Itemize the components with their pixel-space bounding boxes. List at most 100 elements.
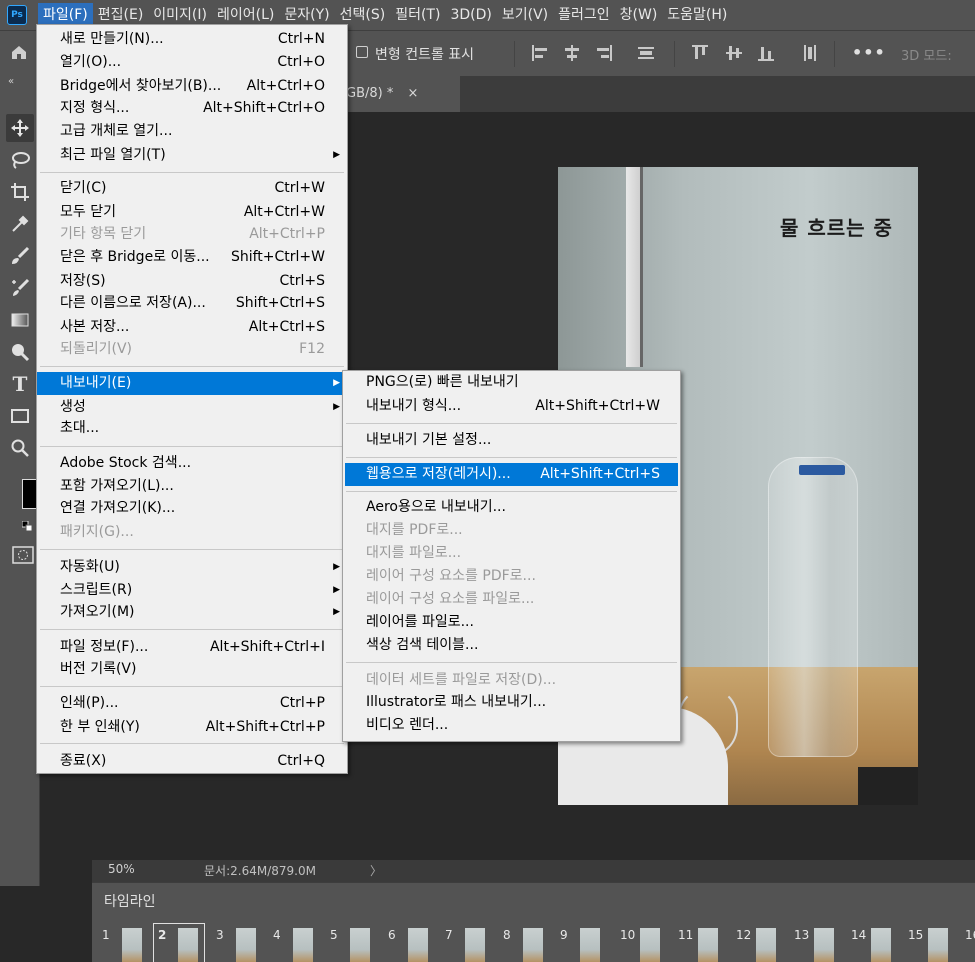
timeline-tab[interactable]: 타임라인 — [104, 891, 156, 911]
collapse-panel-icon[interactable]: « — [8, 76, 14, 87]
document-info: 문서:2.64M/879.0M — [204, 864, 316, 878]
menu-item-open-recent[interactable]: 최근 파일 열기(T) ▶ — [37, 144, 347, 167]
default-colors-icon[interactable] — [21, 519, 33, 532]
align-vertical-center-icon[interactable] — [724, 43, 744, 63]
menu-item-open-as-smart-object[interactable]: 고급 개체로 열기... — [37, 120, 347, 143]
menu-item-quick-export-png[interactable]: PNG으(로) 빠른 내보내기 — [343, 371, 680, 394]
align-right-icon[interactable] — [594, 43, 614, 63]
align-top-icon[interactable] — [690, 43, 710, 63]
move-tool-icon[interactable] — [6, 114, 34, 142]
timeline-frame[interactable]: 7 — [441, 924, 491, 962]
menu-item-save-for-web-legacy[interactable]: 웹용으로 저장(레거시)... Alt+Shift+Ctrl+S — [345, 463, 678, 486]
menu-item-save-as[interactable]: 다른 이름으로 저장(A)... Shift+Ctrl+S — [37, 292, 347, 315]
canvas-overlay-text: 물 흐르는 중 — [780, 216, 893, 240]
frame-number: 2 — [158, 928, 167, 942]
menu-item-generate[interactable]: 생성 ▶ — [37, 396, 347, 419]
frame-thumbnail — [293, 928, 313, 962]
menu-item-open[interactable]: 열기(O)... Ctrl+O — [37, 51, 347, 74]
menu-item-layers-to-files[interactable]: 레이어를 파일로... — [343, 611, 680, 634]
menu-item-artboards-to-files: 대지를 파일로... — [366, 545, 462, 561]
timeline-frame[interactable]: 12 — [732, 924, 782, 962]
zoom-tool-icon[interactable] — [6, 434, 34, 462]
distribute-horizontal-icon[interactable] — [636, 43, 656, 63]
menu-item-invite[interactable]: 초대... — [37, 417, 347, 440]
lasso-tool-icon[interactable] — [6, 146, 34, 174]
timeline-frame[interactable]: 11 — [674, 924, 724, 962]
menu-help[interactable]: 도움말(H) — [662, 3, 732, 27]
menu-item-browse-in-bridge[interactable]: Bridge에서 찾아보기(B)... Alt+Ctrl+O — [37, 75, 347, 98]
menu-item-color-lookup-tables[interactable]: 색상 검색 테이블... — [343, 634, 680, 657]
align-horizontal-center-icon[interactable] — [562, 43, 582, 63]
frame-number: 14 — [851, 928, 867, 942]
menu-item-print[interactable]: 인쇄(P)... Ctrl+P — [37, 692, 347, 715]
menu-item-export-as[interactable]: 내보내기 형식... Alt+Shift+Ctrl+W — [343, 395, 680, 418]
menu-item-paths-to-illustrator[interactable]: Illustrator로 패스 내보내기... — [343, 691, 680, 714]
menu-item-place-linked[interactable]: 연결 가져오기(K)... — [37, 497, 347, 520]
timeline-frame[interactable]: 3 — [212, 924, 262, 962]
quick-mask-icon[interactable] — [12, 546, 34, 564]
menu-item-search-adobe-stock[interactable]: Adobe Stock 검색... — [37, 452, 347, 475]
menu-item-open-as[interactable]: 지정 형식... Alt+Shift+Ctrl+O — [37, 97, 347, 120]
eyedropper-tool-icon[interactable] — [6, 210, 34, 238]
show-transform-controls-checkbox[interactable] — [356, 46, 368, 58]
brush-tool-icon[interactable] — [6, 242, 34, 270]
align-left-icon[interactable] — [530, 43, 550, 63]
distribute-vertical-icon[interactable] — [800, 43, 820, 63]
timeline-frame[interactable]: 8 — [499, 924, 549, 962]
timeline-frame[interactable]: 14 — [847, 924, 897, 962]
timeline-frame[interactable]: 13 — [790, 924, 840, 962]
menu-item-version-history[interactable]: 버전 기록(V) — [37, 658, 347, 681]
timeline-frame[interactable]: 10 — [616, 924, 666, 962]
type-tool-icon[interactable]: T — [6, 370, 34, 398]
timeline-frame[interactable]: 6 — [384, 924, 434, 962]
show-transform-controls-label: 변형 컨트롤 표시 — [375, 47, 475, 63]
document-tab[interactable]: GB/8) * × — [340, 76, 460, 112]
timeline-frame[interactable]: 16 — [961, 924, 975, 962]
crop-tool-icon[interactable] — [6, 178, 34, 206]
timeline-frame[interactable]: 2 — [153, 923, 205, 962]
menu-item-exit[interactable]: 종료(X) Ctrl+Q — [37, 750, 347, 773]
timeline-frame[interactable]: 15 — [904, 924, 954, 962]
menu-item-new[interactable]: 새로 만들기(N)... Ctrl+N — [37, 28, 347, 51]
timeline-frame[interactable]: 5 — [326, 924, 376, 962]
menu-item-file-info[interactable]: 파일 정보(F)... Alt+Shift+Ctrl+I — [37, 636, 347, 659]
menu-item-save[interactable]: 저장(S) Ctrl+S — [37, 270, 347, 293]
menu-item-place-embedded[interactable]: 포함 가져오기(L)... — [37, 475, 347, 498]
home-icon[interactable] — [10, 43, 28, 61]
align-bottom-icon[interactable] — [756, 43, 776, 63]
zoom-level[interactable]: 50% — [108, 862, 135, 876]
close-tab-icon[interactable]: × — [408, 86, 419, 101]
lamp-edge-shape — [640, 167, 643, 367]
rectangle-tool-icon[interactable] — [6, 402, 34, 430]
menu-item-scripts[interactable]: 스크립트(R) ▶ — [37, 579, 347, 602]
history-brush-tool-icon[interactable] — [6, 274, 34, 302]
dodge-tool-icon[interactable] — [6, 338, 34, 366]
menu-view[interactable]: 보기(V) — [497, 3, 553, 27]
menu-plugins[interactable]: 플러그인 — [553, 3, 615, 27]
gradient-tool-icon[interactable] — [6, 306, 34, 334]
timeline-frame[interactable]: 4 — [269, 924, 319, 962]
menu-item-render-video[interactable]: 비디오 렌더... — [343, 714, 680, 737]
export-submenu: PNG으(로) 빠른 내보내기 내보내기 형식... Alt+Shift+Ctrl… — [342, 370, 681, 742]
menu-item-export[interactable]: 내보내기(E) ▶ — [37, 372, 347, 395]
menu-item-export-for-aero[interactable]: Aero용으로 내보내기... — [343, 496, 680, 519]
frame-number: 16 — [965, 928, 975, 942]
timeline-frame[interactable]: 1 — [98, 924, 148, 962]
menu-item-close-and-go-to-bridge[interactable]: 닫은 후 Bridge로 이동... Shift+Ctrl+W — [37, 246, 347, 269]
menu-filter[interactable]: 필터(T) — [390, 3, 445, 27]
menu-item-import[interactable]: 가져오기(M) ▶ — [37, 601, 347, 624]
menu-item-export-preferences[interactable]: 내보내기 기본 설정... — [343, 429, 680, 452]
menu-item-close[interactable]: 닫기(C) Ctrl+W — [37, 177, 347, 200]
menu-window[interactable]: 창(W) — [615, 3, 663, 27]
menu-item-save-copy[interactable]: 사본 저장... Alt+Ctrl+S — [37, 316, 347, 339]
submenu-arrow-icon: ▶ — [333, 562, 340, 572]
menu-item-close-all[interactable]: 모두 닫기 Alt+Ctrl+W — [37, 201, 347, 224]
timeline-frame[interactable]: 9 — [556, 924, 606, 962]
more-options-icon[interactable]: ••• — [852, 43, 886, 62]
status-menu-arrow-icon[interactable]: 〉 — [370, 862, 382, 879]
photoshop-logo-icon: Ps — [7, 5, 27, 25]
menu-item-print-one-copy[interactable]: 한 부 인쇄(Y) Alt+Shift+Ctrl+P — [37, 716, 347, 739]
menu-3d[interactable]: 3D(D) — [445, 3, 496, 27]
frame-number: 12 — [736, 928, 752, 942]
menu-item-automate[interactable]: 자동화(U) ▶ — [37, 556, 347, 579]
